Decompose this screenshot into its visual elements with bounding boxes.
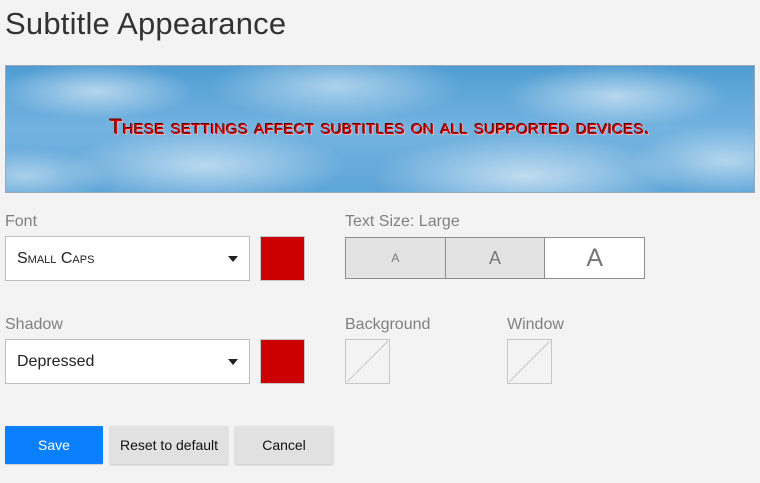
subtitle-preview: These settings affect subtitles on all s…: [5, 65, 755, 193]
cancel-button[interactable]: Cancel: [235, 426, 333, 464]
text-size-large-label: A: [586, 243, 604, 272]
subtitle-appearance-page: Subtitle Appearance These settings affec…: [0, 0, 760, 483]
text-size-medium-label: A: [489, 247, 502, 268]
text-size-small-button[interactable]: A: [346, 238, 445, 278]
no-color-icon: [508, 340, 551, 383]
shadow-color-swatch[interactable]: [260, 339, 305, 384]
text-size-small-label: A: [391, 251, 400, 265]
preview-text: These settings affect subtitles on all s…: [109, 116, 651, 139]
font-select[interactable]: Small Caps: [5, 236, 250, 281]
text-size-label: Text Size: Large: [345, 213, 460, 230]
page-title: Subtitle Appearance: [5, 6, 287, 41]
chevron-down-icon: [228, 256, 238, 262]
text-size-selector: A A A: [345, 237, 645, 279]
shadow-select[interactable]: Depressed: [5, 339, 250, 384]
window-color-swatch[interactable]: [507, 339, 552, 384]
background-color-swatch[interactable]: [345, 339, 390, 384]
text-size-large-button[interactable]: A: [544, 238, 645, 278]
save-button[interactable]: Save: [5, 426, 103, 464]
reset-to-default-button[interactable]: Reset to default: [110, 426, 228, 464]
chevron-down-icon: [228, 359, 238, 365]
shadow-label: Shadow: [5, 316, 63, 333]
font-select-value: Small Caps: [17, 249, 95, 267]
font-color-swatch[interactable]: [260, 236, 305, 281]
background-label: Background: [345, 316, 431, 333]
no-color-icon: [346, 340, 389, 383]
shadow-select-value: Depressed: [17, 352, 95, 370]
window-label: Window: [507, 316, 564, 333]
font-label: Font: [5, 213, 38, 230]
text-size-medium-button[interactable]: A: [444, 238, 545, 278]
